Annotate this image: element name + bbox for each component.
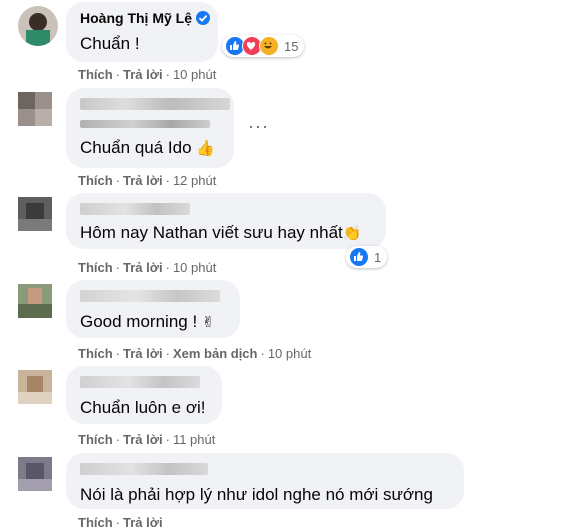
comment-time[interactable]: 10 phút: [173, 260, 216, 275]
reaction-summary[interactable]: 15: [222, 35, 305, 57]
author-name[interactable]: Hoàng Thị Mỹ Lệ: [80, 10, 192, 26]
reply-button[interactable]: Trả lời: [123, 515, 163, 530]
like-button[interactable]: Thích: [78, 67, 113, 82]
comment-time[interactable]: 11 phút: [173, 432, 215, 447]
reply-button[interactable]: Trả lời: [123, 173, 163, 188]
comment-bubble: Chuẩn quá Ido 👍: [66, 88, 234, 168]
comment-text-content: Hôm nay Nathan viết sưu hay nhất: [80, 223, 343, 242]
like-button[interactable]: Thích: [78, 515, 113, 530]
comment-text-content: Good morning !: [80, 312, 198, 331]
avatar-image: [18, 6, 58, 46]
avatar-image: [18, 457, 52, 491]
comment-text: Chuẩn quá Ido 👍: [80, 138, 215, 158]
like-button[interactable]: Thích: [78, 346, 113, 361]
comment-time[interactable]: 10 phút: [173, 67, 216, 82]
comment-time[interactable]: 12 phút: [173, 173, 216, 188]
comment-bubble: Chuẩn luôn e ơi!: [66, 366, 222, 424]
reply-button[interactable]: Trả lời: [123, 346, 163, 361]
avatar[interactable]: [18, 457, 52, 491]
avatar-image: [18, 370, 52, 404]
clapping-hands-icon: 👏: [342, 225, 362, 242]
comment-actions: Thích · Trả lời · 10 phút: [78, 260, 217, 275]
avatar[interactable]: [18, 6, 58, 46]
comment-text: Good morning ! ✌: [80, 312, 215, 332]
comment-text: Hôm nay Nathan viết sưu hay nhất👏: [80, 223, 361, 243]
comment-actions: Thích · Trả lời · Xem bản dịch · 10 phút: [78, 346, 312, 361]
comment-actions: Thích · Trả lời: [78, 515, 163, 530]
verified-badge-icon: [196, 11, 210, 25]
thumbs-up-icon: 👍: [196, 140, 215, 157]
haha-icon: [259, 36, 279, 56]
like-button[interactable]: Thích: [78, 432, 113, 447]
comment-text: Nói là phải hợp lý như idol nghe nó mới …: [80, 485, 433, 504]
comment-author[interactable]: Hoàng Thị Mỹ Lệ: [80, 10, 210, 26]
reaction-count: 1: [374, 249, 382, 265]
avatar-image: [18, 92, 52, 126]
avatar[interactable]: [18, 370, 52, 404]
comment-actions: Thích · Trả lời · 11 phút: [78, 432, 216, 447]
avatar[interactable]: [18, 92, 52, 126]
comment-actions: Thích · Trả lời · 10 phút: [78, 67, 217, 82]
more-options-icon[interactable]: ···: [248, 116, 269, 137]
like-button[interactable]: Thích: [78, 173, 113, 188]
reply-button[interactable]: Trả lời: [123, 67, 163, 82]
blurred-author-name: [80, 463, 208, 475]
comment-text: Chuẩn !: [80, 34, 140, 53]
comment-actions: Thích · Trả lời · 12 phút: [78, 173, 217, 188]
comment-bubble: Hoàng Thị Mỹ Lệ Chuẩn !: [66, 2, 218, 62]
comment-bubble: Good morning ! ✌: [66, 280, 240, 338]
blurred-author-name: [80, 120, 210, 128]
comment-time[interactable]: 10 phút: [268, 346, 311, 361]
comment-text: Chuẩn luôn e ơi!: [80, 398, 206, 417]
reply-button[interactable]: Trả lời: [123, 432, 163, 447]
comment-bubble: Nói là phải hợp lý như idol nghe nó mới …: [66, 453, 464, 509]
comment-text-content: Chuẩn quá Ido: [80, 138, 192, 157]
blurred-author-name: [80, 98, 230, 110]
like-button[interactable]: Thích: [78, 260, 113, 275]
blurred-author-name: [80, 376, 200, 388]
avatar-image: [18, 284, 52, 318]
reaction-count: 15: [284, 38, 299, 54]
translate-button[interactable]: Xem bản dịch: [173, 346, 258, 361]
avatar[interactable]: [18, 284, 52, 318]
avatar[interactable]: [18, 197, 52, 231]
comment-bubble: Hôm nay Nathan viết sưu hay nhất👏: [66, 193, 386, 249]
reaction-summary[interactable]: 1: [346, 246, 388, 268]
blurred-author-name: [80, 203, 190, 215]
blurred-author-name: [80, 290, 220, 302]
avatar-image: [18, 197, 52, 231]
victory-hand-icon: ✌: [201, 314, 215, 331]
reply-button[interactable]: Trả lời: [123, 260, 163, 275]
like-icon: [349, 247, 369, 267]
